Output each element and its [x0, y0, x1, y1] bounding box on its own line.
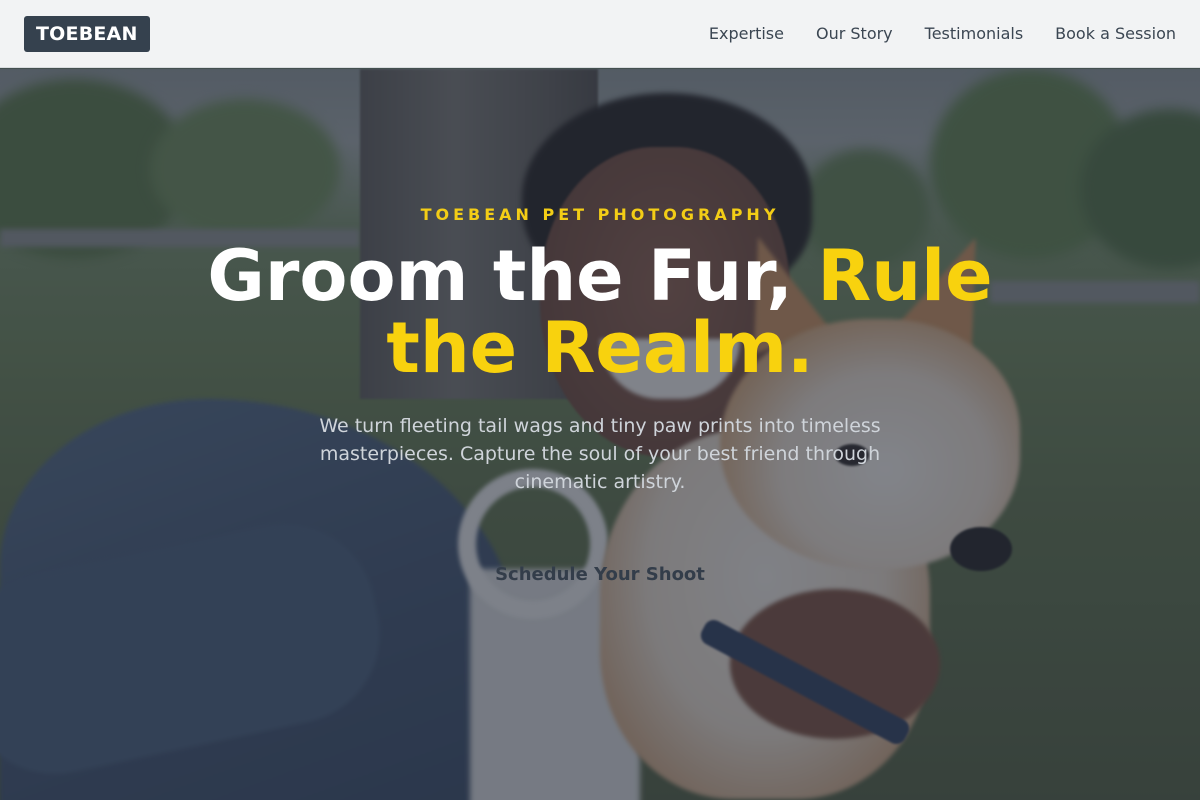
hero-section: TOEBEAN PET PHOTOGRAPHY Groom the Fur, R… [0, 69, 1200, 800]
nav-link-testimonials[interactable]: Testimonials [925, 24, 1024, 43]
logo[interactable]: TOEBEAN [24, 15, 150, 52]
hero-headline-main: Groom the Fur, [207, 235, 818, 317]
nav-link-expertise[interactable]: Expertise [709, 24, 784, 43]
schedule-shoot-button[interactable]: Schedule Your Shoot [495, 564, 705, 585]
nav-link-book-session[interactable]: Book a Session [1055, 24, 1176, 43]
site-header: TOEBEAN Expertise Our Story Testimonials… [0, 0, 1200, 68]
main-nav: Expertise Our Story Testimonials Book a … [709, 24, 1176, 43]
nav-link-our-story[interactable]: Our Story [816, 24, 893, 43]
hero-headline: Groom the Fur, Rule the Realm. [180, 240, 1020, 384]
hero-subtext: We turn fleeting tail wags and tiny paw … [319, 415, 881, 493]
hero-content: TOEBEAN PET PHOTOGRAPHY Groom the Fur, R… [0, 69, 1200, 800]
hero-eyebrow: TOEBEAN PET PHOTOGRAPHY [420, 205, 780, 224]
